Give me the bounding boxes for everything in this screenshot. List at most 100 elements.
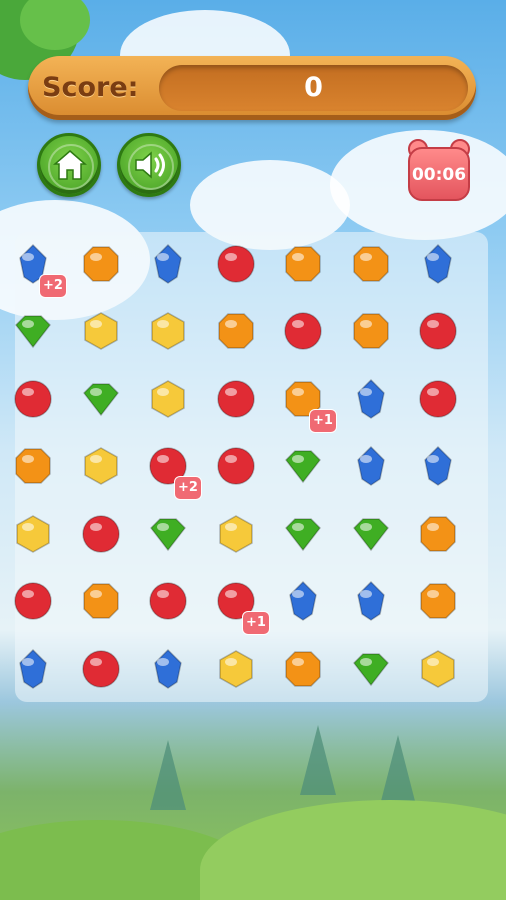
blue-gem-icon [357,445,385,486]
red-gem[interactable] [418,311,458,351]
blue-gem-icon [357,580,385,621]
yellow-gem[interactable] [418,649,458,689]
orange-gem-icon [420,516,456,552]
orange-gem-icon [15,448,51,484]
blue-gem[interactable] [283,580,323,621]
orange-gem[interactable] [418,581,458,621]
yellow-gem[interactable] [13,514,53,554]
red-gem-icon [217,447,255,485]
blue-gem-icon [424,243,452,284]
yellow-gem[interactable] [148,311,188,351]
bonus-badge: +1 [309,409,337,433]
tree [150,740,186,810]
orange-gem[interactable] [81,581,121,621]
red-gem[interactable] [81,649,121,689]
blue-gem[interactable] [148,648,188,689]
red-gem-icon [419,380,457,418]
orange-gem-icon [218,313,254,349]
blue-gem[interactable] [148,243,188,284]
home-button[interactable] [37,133,101,197]
red-gem-icon [419,312,457,350]
red-gem-icon [284,312,322,350]
bonus-badge: +1 [242,611,270,635]
green-gem[interactable] [283,446,323,486]
green-gem[interactable] [283,514,323,554]
yellow-gem-icon [16,515,50,553]
blue-gem[interactable] [418,243,458,284]
red-gem[interactable] [13,379,53,419]
yellow-gem-icon [84,447,118,485]
blue-gem-icon [424,445,452,486]
orange-gem-icon [353,313,389,349]
green-gem-icon [285,518,321,552]
yellow-gem-icon [219,650,253,688]
blue-gem[interactable] [418,445,458,486]
orange-gem-icon [285,246,321,282]
yellow-gem[interactable] [81,311,121,351]
gem-board: +2 +1 +2 +1 [13,232,488,702]
yellow-gem-icon [84,312,118,350]
green-gem[interactable] [148,514,188,554]
hill [200,800,506,900]
green-gem[interactable] [351,514,391,554]
green-gem-icon [353,518,389,552]
green-gem[interactable] [13,311,53,351]
orange-gem[interactable] [13,446,53,486]
green-gem[interactable] [351,649,391,689]
yellow-gem-icon [421,650,455,688]
green-gem-icon [150,518,186,552]
green-gem-icon [83,383,119,417]
bonus-badge: +2 [39,274,67,298]
blue-gem[interactable] [351,378,391,419]
blue-gem[interactable] [351,445,391,486]
blue-gem[interactable] [351,580,391,621]
orange-gem-icon [420,583,456,619]
blue-gem[interactable] [13,648,53,689]
blue-gem-icon [19,648,47,689]
red-gem-icon [82,650,120,688]
orange-gem[interactable] [283,649,323,689]
yellow-gem-icon [151,380,185,418]
red-gem[interactable] [216,446,256,486]
red-gem[interactable] [81,514,121,554]
blue-gem-icon [357,378,385,419]
orange-gem[interactable] [351,244,391,284]
blue-gem-icon [154,243,182,284]
red-gem-icon [14,380,52,418]
yellow-gem[interactable] [148,379,188,419]
orange-gem-icon [285,651,321,687]
green-gem[interactable] [81,379,121,419]
red-gem[interactable] [418,379,458,419]
red-gem-icon [217,380,255,418]
yellow-gem[interactable] [216,649,256,689]
green-gem-icon [353,653,389,687]
bonus-badge: +2 [174,476,202,500]
orange-gem[interactable] [283,244,323,284]
red-gem[interactable] [216,379,256,419]
orange-gem[interactable] [418,514,458,554]
yellow-gem-icon [219,515,253,553]
orange-gem-icon [353,246,389,282]
blue-gem-icon [289,580,317,621]
score-value: 0 [304,72,323,103]
red-gem-icon [149,582,187,620]
orange-gem-icon [83,583,119,619]
red-gem[interactable] [13,581,53,621]
orange-gem[interactable] [351,311,391,351]
red-gem[interactable] [283,311,323,351]
red-gem-icon [14,582,52,620]
tree [380,735,416,805]
yellow-gem[interactable] [216,514,256,554]
sound-button[interactable] [117,133,181,197]
red-gem[interactable] [148,581,188,621]
orange-gem-icon [83,246,119,282]
yellow-gem[interactable] [81,446,121,486]
red-gem-icon [217,245,255,283]
timer-text: 00:06 [411,165,467,185]
green-gem-icon [285,450,321,484]
score-label: Score: [42,72,139,103]
orange-gem[interactable] [81,244,121,284]
red-gem[interactable] [216,244,256,284]
orange-gem[interactable] [216,311,256,351]
home-icon [52,150,88,180]
